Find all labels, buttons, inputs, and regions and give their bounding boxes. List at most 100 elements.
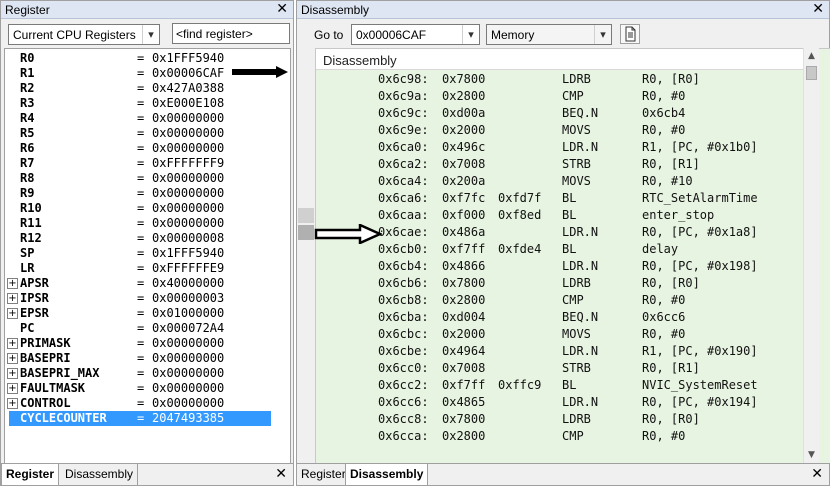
- register-value[interactable]: 0xE000E108: [152, 96, 224, 111]
- expand-icon[interactable]: +: [7, 278, 18, 289]
- vertical-scrollbar[interactable]: ▲ ▼: [803, 48, 819, 463]
- register-value[interactable]: 0x00000000: [152, 171, 224, 186]
- tab-disassembly[interactable]: Disassembly: [345, 464, 429, 485]
- scrollbar-thumb[interactable]: [806, 66, 817, 80]
- register-value[interactable]: 0x00000000: [152, 381, 224, 396]
- disassembly-line[interactable]: 0x6cca: 0x2800 CMP R0, #0: [316, 428, 816, 445]
- find-register-input[interactable]: <find register>: [172, 23, 290, 44]
- disassembly-line[interactable]: 0x6cc2: 0xf7ff 0xffc9 BL NVIC_SystemReset: [316, 377, 816, 394]
- register-value[interactable]: 0x00000000: [152, 186, 224, 201]
- disassembly-line[interactable]: 0x6c9c: 0xd00a BEQ.N 0x6cb4: [316, 105, 816, 122]
- disassembly-line[interactable]: 0x6cc8: 0x7800 LDRB R0, [R0]: [316, 411, 816, 428]
- disassembly-line[interactable]: 0x6cae: 0x486a LDR.N R0, [PC, #0x1a8]: [316, 224, 816, 241]
- register-value[interactable]: 0x1FFF5940: [152, 51, 224, 66]
- register-row[interactable]: R5 = 0x00000000: [5, 126, 290, 141]
- register-value[interactable]: 0x00000000: [152, 111, 224, 126]
- expand-icon[interactable]: +: [7, 308, 18, 319]
- register-value[interactable]: 0x000072A4: [152, 321, 224, 336]
- register-row[interactable]: R3 = 0xE000E108: [5, 96, 290, 111]
- register-value[interactable]: 2047493385: [152, 411, 224, 426]
- disassembly-line[interactable]: 0x6ca2: 0x7008 STRB R0, [R1]: [316, 156, 816, 173]
- register-row[interactable]: R10 = 0x00000000: [5, 201, 290, 216]
- chevron-down-icon[interactable]: ▾: [594, 25, 611, 44]
- disassembly-line[interactable]: 0x6cc6: 0x4865 LDR.N R0, [PC, #0x194]: [316, 394, 816, 411]
- register-view-select[interactable]: Current CPU Registers ▾: [8, 24, 160, 45]
- close-icon[interactable]: ✕: [276, 1, 288, 18]
- register-value[interactable]: 0xFFFFFFE9: [152, 261, 224, 276]
- register-value[interactable]: 0x00000000: [152, 366, 224, 381]
- disassembly-line[interactable]: 0x6ca0: 0x496c LDR.N R1, [PC, #0x1b0]: [316, 139, 816, 156]
- disassembly-line[interactable]: 0x6ca6: 0xf7fc 0xfd7f BL RTC_SetAlarmTime: [316, 190, 816, 207]
- disassembly-line[interactable]: 0x6c9a: 0x2800 CMP R0, #0: [316, 88, 816, 105]
- register-value[interactable]: 0x00000000: [152, 336, 224, 351]
- register-row[interactable]: R6 = 0x00000000: [5, 141, 290, 156]
- register-row[interactable]: LR = 0xFFFFFFE9: [5, 261, 290, 276]
- register-value[interactable]: 0x00006CAF: [152, 66, 224, 81]
- tab-register[interactable]: Register: [1, 464, 60, 485]
- tab-register[interactable]: Register: [297, 464, 351, 485]
- expand-icon[interactable]: +: [7, 368, 18, 379]
- register-row[interactable]: R12 = 0x00000008: [5, 231, 290, 246]
- chevron-down-icon[interactable]: ▾: [142, 25, 159, 44]
- register-row[interactable]: + IPSR = 0x00000003: [5, 291, 290, 306]
- register-row[interactable]: R4 = 0x00000000: [5, 111, 290, 126]
- register-value[interactable]: 0x00000000: [152, 351, 224, 366]
- disassembly-line[interactable]: 0x6cbc: 0x2000 MOVS R0, #0: [316, 326, 816, 343]
- register-row[interactable]: R7 = 0xFFFFFFF9: [5, 156, 290, 171]
- expand-icon[interactable]: +: [7, 383, 18, 394]
- disassembly-line[interactable]: 0x6ca4: 0x200a MOVS R0, #10: [316, 173, 816, 190]
- register-value[interactable]: 0x00000000: [152, 126, 224, 141]
- expand-icon[interactable]: +: [7, 338, 18, 349]
- expand-icon[interactable]: +: [7, 398, 18, 409]
- register-value[interactable]: 0xFFFFFFF9: [152, 156, 224, 171]
- register-value[interactable]: 0x00000000: [152, 141, 224, 156]
- register-value[interactable]: 0x00000000: [152, 216, 224, 231]
- expand-icon[interactable]: +: [7, 353, 18, 364]
- register-value[interactable]: 0x1FFF5940: [152, 246, 224, 261]
- register-row[interactable]: + CONTROL = 0x00000000: [5, 396, 290, 411]
- close-icon[interactable]: ✕: [275, 466, 287, 483]
- register-row[interactable]: + FAULTMASK = 0x00000000: [5, 381, 290, 396]
- register-value[interactable]: 0x00000000: [152, 201, 224, 216]
- register-row[interactable]: R9 = 0x00000000: [5, 186, 290, 201]
- disassembly-line[interactable]: 0x6cb0: 0xf7ff 0xfde4 BL delay: [316, 241, 816, 258]
- disassembly-line[interactable]: 0x6c98: 0x7800 LDRB R0, [R0]: [316, 71, 816, 88]
- close-icon[interactable]: ✕: [812, 1, 824, 18]
- register-value[interactable]: 0x427A0388: [152, 81, 224, 96]
- register-row[interactable]: R2 = 0x427A0388: [5, 81, 290, 96]
- disassembly-line[interactable]: 0x6c9e: 0x2000 MOVS R0, #0: [316, 122, 816, 139]
- close-icon[interactable]: ✕: [811, 466, 823, 483]
- disassembly-gutter[interactable]: [297, 48, 316, 463]
- chevron-down-icon[interactable]: ▾: [462, 25, 479, 44]
- register-value[interactable]: 0x00000003: [152, 291, 224, 306]
- register-row[interactable]: PC = 0x000072A4: [5, 321, 290, 336]
- disassembly-view[interactable]: Disassembly 0x6c98: 0x7800 LDRB R0, [R0] 0x6…: [316, 48, 830, 463]
- register-list[interactable]: R0 = 0x1FFF5940 R1 = 0x00006CAF R2 = 0x427A0388 R…: [4, 48, 291, 464]
- register-value[interactable]: 0x00000000: [152, 396, 224, 411]
- register-row[interactable]: R11 = 0x00000000: [5, 216, 290, 231]
- disassembly-line[interactable]: 0x6cb6: 0x7800 LDRB R0, [R0]: [316, 275, 816, 292]
- disassembly-line[interactable]: 0x6cbe: 0x4964 LDR.N R1, [PC, #0x190]: [316, 343, 816, 360]
- disassembly-line[interactable]: 0x6cc0: 0x7008 STRB R0, [R1]: [316, 360, 816, 377]
- register-row[interactable]: + EPSR = 0x01000000: [5, 306, 290, 321]
- disassembly-line[interactable]: 0x6caa: 0xf000 0xf8ed BL enter_stop: [316, 207, 816, 224]
- memory-select[interactable]: Memory ▾: [486, 24, 612, 45]
- disassembly-line[interactable]: 0x6cb4: 0x4866 LDR.N R0, [PC, #0x198]: [316, 258, 816, 275]
- expand-icon[interactable]: +: [7, 293, 18, 304]
- register-row[interactable]: CYCLECOUNTER = 2047493385: [5, 411, 290, 426]
- disassembly-line[interactable]: 0x6cba: 0xd004 BEQ.N 0x6cc6: [316, 309, 816, 326]
- register-value[interactable]: 0x40000000: [152, 276, 224, 291]
- disassembly-line[interactable]: 0x6cb8: 0x2800 CMP R0, #0: [316, 292, 816, 309]
- register-row[interactable]: + PRIMASK = 0x00000000: [5, 336, 290, 351]
- goto-address-input[interactable]: 0x00006CAF ▾: [351, 24, 480, 45]
- register-row[interactable]: + BASEPRI_MAX = 0x00000000: [5, 366, 290, 381]
- register-value[interactable]: 0x01000000: [152, 306, 224, 321]
- register-row[interactable]: R8 = 0x00000000: [5, 171, 290, 186]
- tab-disassembly[interactable]: Disassembly: [61, 464, 139, 485]
- register-row[interactable]: SP = 0x1FFF5940: [5, 246, 290, 261]
- scroll-down-icon[interactable]: ▼: [804, 447, 819, 463]
- register-row[interactable]: + APSR = 0x40000000: [5, 276, 290, 291]
- scroll-up-icon[interactable]: ▲: [804, 48, 819, 64]
- register-value[interactable]: 0x00000008: [152, 231, 224, 246]
- register-row[interactable]: + BASEPRI = 0x00000000: [5, 351, 290, 366]
